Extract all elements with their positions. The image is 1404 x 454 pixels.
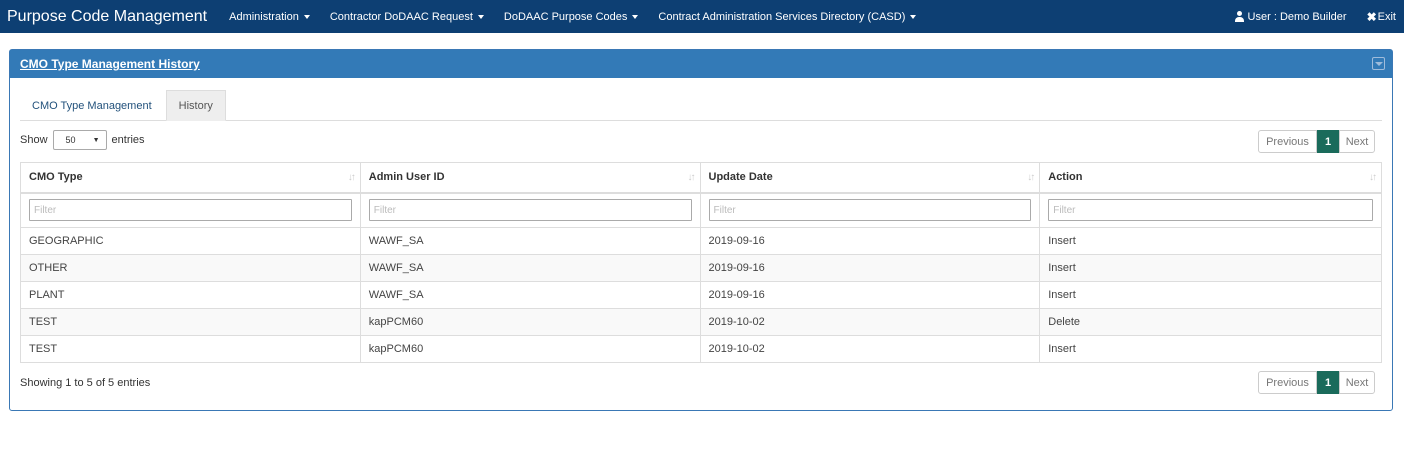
- caret-down-icon: [303, 14, 310, 19]
- cell-admin-user-id: WAWF_SA: [359, 254, 701, 282]
- cell-cmo-type: OTHER: [20, 254, 361, 282]
- pagination-top: Previous 1 Next: [1258, 130, 1375, 153]
- menu-dodaac-purpose-codes[interactable]: DoDAAC Purpose Codes: [494, 11, 649, 23]
- caret-down-icon: [910, 14, 917, 19]
- cell-update-date: 2019-09-16: [699, 281, 1041, 309]
- pagination-bottom: Previous 1 Next: [1258, 371, 1375, 394]
- sort-icon: ↓↑: [347, 172, 356, 183]
- cell-update-date: 2019-09-16: [699, 227, 1041, 255]
- dropdown-arrow-icon: ▼: [92, 136, 100, 144]
- user-label: User : Demo Builder: [1247, 10, 1347, 23]
- cell-action: Insert: [1039, 254, 1382, 282]
- tab-bar: CMO Type Management History: [20, 90, 1382, 121]
- filter-input-admin-user-id[interactable]: Filter: [368, 199, 692, 222]
- table-row: PLANT WAWF_SA 2019-09-16 Insert: [20, 281, 1382, 309]
- panel-title[interactable]: CMO Type Management History: [20, 57, 200, 71]
- menu-label: Administration: [229, 10, 299, 23]
- filter-row: Filter Filter Filter Filter: [20, 192, 1382, 228]
- cell-action: Delete: [1039, 308, 1382, 336]
- cell-action: Insert: [1039, 227, 1382, 255]
- table-info: Showing 1 to 5 of 5 entries: [20, 377, 151, 389]
- column-label: Update Date: [708, 171, 773, 184]
- exit-link[interactable]: ✖ Exit: [1357, 10, 1400, 24]
- top-navbar: Purpose Code Management Administration C…: [0, 0, 1404, 33]
- page-1-button[interactable]: 1: [1317, 130, 1339, 153]
- sort-icon: ↓↑: [687, 172, 696, 183]
- column-header-cmo-type[interactable]: CMO Type ↓↑: [20, 162, 361, 194]
- length-prefix: Show: [20, 134, 48, 146]
- panel-heading: CMO Type Management History: [10, 50, 1392, 78]
- sort-icon: ↓↑: [1369, 172, 1377, 183]
- cell-admin-user-id: kapPCM60: [359, 335, 701, 363]
- column-header-admin-user-id[interactable]: Admin User ID ↓↑: [359, 162, 701, 194]
- tab-cmo-type-management[interactable]: CMO Type Management: [20, 90, 164, 121]
- app-brand[interactable]: Purpose Code Management: [0, 8, 219, 26]
- page-1-button[interactable]: 1: [1317, 371, 1339, 394]
- table-row: OTHER WAWF_SA 2019-09-16 Insert: [20, 254, 1382, 282]
- previous-button[interactable]: Previous: [1258, 371, 1317, 394]
- menu-administration[interactable]: Administration: [219, 11, 320, 23]
- length-suffix: entries: [111, 134, 145, 146]
- filter-cell: Filter: [1039, 192, 1382, 228]
- table-row: TEST kapPCM60 2019-10-02 Insert: [20, 335, 1382, 363]
- filter-input-action[interactable]: Filter: [1048, 199, 1373, 222]
- cell-update-date: 2019-10-02: [699, 308, 1041, 336]
- filter-cell: Filter: [359, 192, 701, 228]
- user-menu[interactable]: User : Demo Builder: [1224, 11, 1357, 23]
- history-panel: CMO Type Management History CMO Type Man…: [9, 49, 1393, 411]
- next-button[interactable]: Next: [1339, 130, 1375, 153]
- cell-update-date: 2019-10-02: [699, 335, 1041, 363]
- table-row: TEST kapPCM60 2019-10-02 Delete: [20, 308, 1382, 336]
- column-label: CMO Type: [29, 171, 83, 184]
- table-row: GEOGRAPHIC WAWF_SA 2019-09-16 Insert: [20, 227, 1382, 255]
- close-icon: ✖: [1366, 9, 1377, 24]
- column-label: Admin User ID: [368, 171, 445, 184]
- cell-action: Insert: [1039, 281, 1382, 309]
- filter-cell: Filter: [699, 192, 1041, 228]
- header-row: CMO Type ↓↑ Admin User ID ↓↑ Update Date ↓↑…: [20, 162, 1382, 194]
- collapse-chevron-icon[interactable]: [1372, 57, 1385, 70]
- column-header-action[interactable]: Action ↓↑: [1039, 162, 1382, 194]
- caret-down-icon: [632, 14, 639, 19]
- caret-down-icon: [477, 14, 484, 19]
- previous-button[interactable]: Previous: [1258, 130, 1317, 153]
- user-icon: [1234, 11, 1245, 22]
- cell-admin-user-id: WAWF_SA: [359, 227, 701, 255]
- sort-icon: ↓↑: [1027, 172, 1035, 183]
- menu-label: DoDAAC Purpose Codes: [503, 10, 628, 23]
- filter-input-update-date[interactable]: Filter: [708, 199, 1032, 222]
- cell-action: Insert: [1039, 335, 1382, 363]
- cell-cmo-type: GEOGRAPHIC: [20, 227, 361, 255]
- cell-admin-user-id: WAWF_SA: [359, 281, 701, 309]
- exit-label: Exit: [1377, 10, 1396, 23]
- cell-cmo-type: TEST: [20, 308, 361, 336]
- cell-cmo-type: TEST: [20, 335, 361, 363]
- menu-casd[interactable]: Contract Administration Services Directo…: [648, 11, 926, 23]
- history-table: CMO Type ↓↑ Admin User ID ↓↑ Update Date ↓↑…: [20, 162, 1382, 363]
- entries-select-value: 50: [65, 135, 76, 145]
- column-header-update-date[interactable]: Update Date ↓↑: [699, 162, 1041, 194]
- filter-input-cmo-type[interactable]: Filter: [29, 199, 352, 222]
- menu-contractor-dodaac-request[interactable]: Contractor DoDAAC Request: [320, 11, 494, 23]
- tab-history[interactable]: History: [165, 90, 226, 121]
- menu-label: Contractor DoDAAC Request: [329, 10, 473, 23]
- entries-select[interactable]: 50 ▼: [52, 130, 107, 150]
- filter-cell: Filter: [20, 192, 361, 228]
- cell-cmo-type: PLANT: [20, 281, 361, 309]
- cell-update-date: 2019-09-16: [699, 254, 1041, 282]
- column-label: Action: [1048, 171, 1083, 184]
- cell-admin-user-id: kapPCM60: [359, 308, 701, 336]
- menu-label: Contract Administration Services Directo…: [658, 10, 906, 23]
- entries-length-control: Show 50 ▼ entries: [20, 130, 145, 150]
- next-button[interactable]: Next: [1339, 371, 1375, 394]
